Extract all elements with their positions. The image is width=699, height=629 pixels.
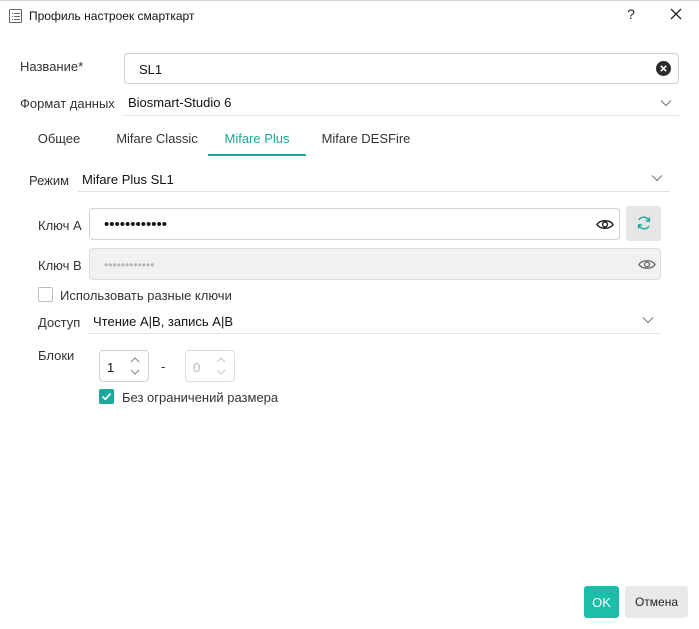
stepper-arrows-icon — [216, 357, 226, 375]
blocks-to-stepper: 0 — [185, 350, 235, 382]
key-a-input[interactable]: •••••••••••• — [89, 208, 620, 240]
close-icon — [670, 8, 682, 20]
cancel-button[interactable]: Отмена — [625, 586, 688, 618]
key-b-value: •••••••••••• — [104, 258, 155, 272]
mode-value: Mifare Plus SL1 — [82, 172, 174, 187]
eye-icon[interactable] — [596, 218, 614, 231]
active-tab-indicator — [208, 154, 306, 156]
different-keys-checkbox[interactable] — [38, 287, 53, 302]
generate-key-button[interactable] — [626, 206, 661, 241]
mode-select[interactable]: Mifare Plus SL1 — [78, 168, 670, 192]
name-input[interactable]: SL1 — [124, 53, 679, 84]
checkmark-icon — [101, 392, 112, 401]
tab-mifare-desfire[interactable]: Mifare DESFire — [318, 125, 414, 157]
close-button[interactable] — [665, 6, 687, 26]
blocks-separator: - — [161, 359, 166, 374]
key-a-value: •••••••••••• — [104, 216, 168, 233]
access-select[interactable]: Чтение A|B, запись A|B — [89, 310, 661, 334]
access-label: Доступ — [38, 315, 81, 330]
tab-mifare-plus[interactable]: Mifare Plus — [208, 125, 306, 157]
eye-icon — [638, 260, 656, 269]
data-format-label: Формат данных — [20, 96, 115, 111]
clear-circle-icon[interactable] — [656, 61, 671, 76]
chevron-down-icon — [642, 317, 654, 324]
key-a-label: Ключ A — [38, 218, 82, 233]
blocks-to-value: 0 — [193, 360, 201, 375]
blocks-from-value: 1 — [107, 360, 115, 375]
name-label: Название* — [20, 59, 84, 74]
refresh-icon — [637, 216, 650, 230]
blocks-label: Блоки — [38, 348, 75, 363]
ok-button[interactable]: OK — [584, 586, 619, 618]
unlimited-size-label: Без ограничений размера — [122, 390, 279, 405]
mode-label: Режим — [29, 173, 70, 188]
different-keys-label: Использовать разные ключи — [60, 288, 232, 303]
chevron-down-icon — [651, 175, 663, 182]
list-icon — [9, 9, 22, 23]
key-b-input: •••••••••••• — [89, 248, 661, 280]
help-button[interactable]: ? — [622, 6, 640, 26]
tab-general[interactable]: Общее — [35, 125, 83, 157]
tab-mifare-classic[interactable]: Mifare Classic — [108, 125, 206, 157]
access-value: Чтение A|B, запись A|B — [93, 314, 234, 329]
data-format-select[interactable]: Biosmart-Studio 6 — [124, 92, 679, 116]
tab-bar: Общее Mifare Classic Mifare Plus Mifare … — [23, 125, 683, 157]
key-b-label: Ключ B — [38, 258, 82, 273]
stepper-arrows-icon[interactable] — [129, 354, 141, 378]
data-format-value: Biosmart-Studio 6 — [128, 95, 232, 110]
chevron-down-icon — [660, 100, 672, 107]
window-title: Профиль настроек смарткарт — [29, 9, 195, 23]
blocks-from-stepper[interactable]: 1 — [99, 350, 149, 382]
unlimited-size-checkbox[interactable] — [99, 389, 114, 404]
